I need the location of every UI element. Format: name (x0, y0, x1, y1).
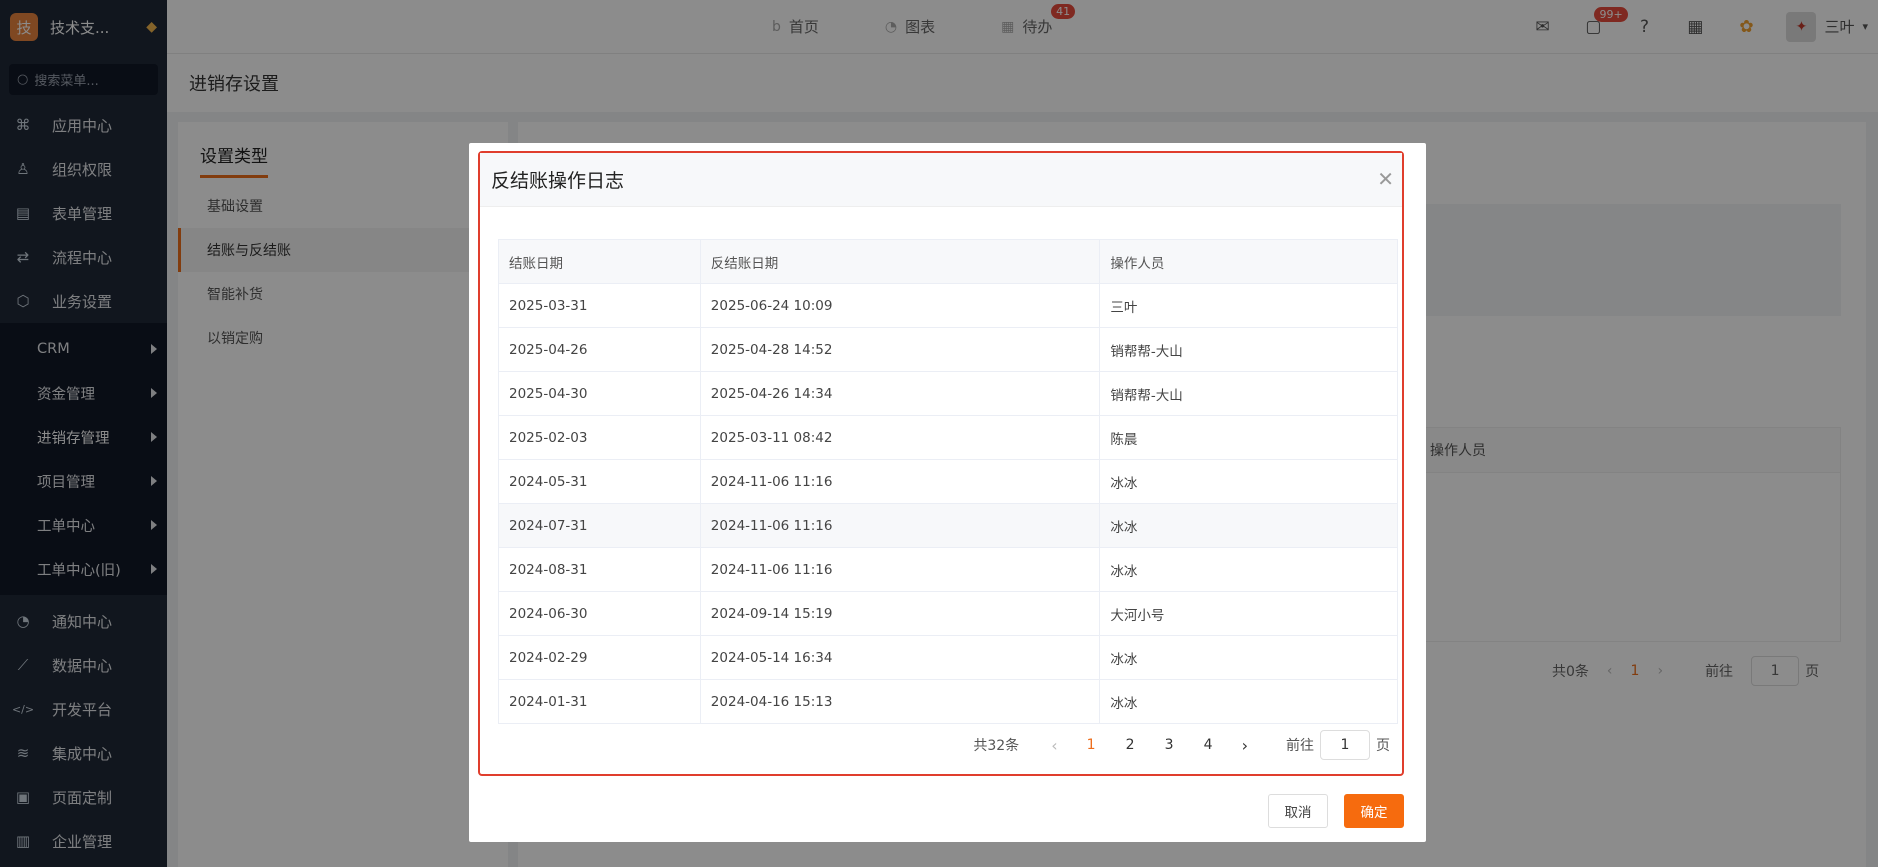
close-date-cell: 2025-04-26 (498, 327, 701, 372)
page-unit: 页 (1376, 738, 1390, 754)
page-1[interactable]: 1 (1072, 737, 1111, 753)
operator-cell: 冰冰 (1099, 459, 1398, 504)
table-row[interactable]: 2025-04-30 2025-04-26 14:34 销帮帮-大山 (498, 371, 1398, 416)
next-page-icon[interactable]: › (1242, 736, 1248, 755)
table-row[interactable]: 2025-02-03 2025-03-11 08:42 陈晨 (498, 415, 1398, 460)
table-row[interactable]: 2025-04-26 2025-04-28 14:52 销帮帮-大山 (498, 327, 1398, 372)
total-count: 共32条 (973, 738, 1020, 754)
operator-cell: 销帮帮-大山 (1099, 371, 1398, 416)
table-row[interactable]: 2024-06-30 2024-09-14 15:19 大河小号 (498, 591, 1398, 636)
goto-label: 前往 (1286, 738, 1314, 754)
reverse-date-cell: 2024-11-06 11:16 (699, 547, 1101, 592)
operator-cell: 陈晨 (1099, 415, 1398, 460)
reverse-date-cell: 2024-09-14 15:19 (699, 591, 1101, 636)
operator-cell: 冰冰 (1099, 635, 1398, 680)
prev-page-icon[interactable]: ‹ (1051, 736, 1057, 755)
close-date-cell: 2024-07-31 (498, 503, 701, 548)
close-date-cell: 2024-08-31 (498, 547, 701, 592)
close-date-cell: 2025-02-03 (498, 415, 701, 460)
dialog-pagination: 共32条 ‹ 1 2 3 4 › 前往 1 页 (973, 730, 1390, 760)
close-date-cell: 2024-06-30 (498, 591, 701, 636)
operator-cell: 大河小号 (1099, 591, 1398, 636)
close-date-cell: 2024-01-31 (498, 679, 701, 724)
reverse-date-cell: 2025-04-28 14:52 (699, 327, 1101, 372)
table-row[interactable]: 2024-01-31 2024-04-16 15:13 冰冰 (498, 679, 1398, 724)
dialog-content: 反结账操作日志 ✕ 结账日期 反结账日期 操作人员 2025-03-31 2025… (478, 151, 1404, 776)
table-row[interactable]: 2024-07-31 2024-11-06 11:16 冰冰 (498, 503, 1398, 548)
close-icon[interactable]: ✕ (1377, 167, 1394, 191)
close-date-cell: 2025-03-31 (498, 283, 701, 328)
table-row[interactable]: 2025-03-31 2025-06-24 10:09 三叶 (498, 283, 1398, 328)
operator-cell: 销帮帮-大山 (1099, 327, 1398, 372)
log-table: 结账日期 反结账日期 操作人员 2025-03-31 2025-06-24 10:… (498, 239, 1398, 724)
reverse-date-cell: 2025-06-24 10:09 (699, 283, 1101, 328)
column-header: 反结账日期 (699, 239, 1101, 284)
close-date-cell: 2024-05-31 (498, 459, 701, 504)
dialog-footer: 取消 确定 (1268, 794, 1404, 828)
column-header: 操作人员 (1099, 239, 1398, 284)
page-2[interactable]: 2 (1111, 737, 1150, 753)
table-row[interactable]: 2024-05-31 2024-11-06 11:16 冰冰 (498, 459, 1398, 504)
goto-page-input[interactable]: 1 (1320, 730, 1370, 760)
page-3[interactable]: 3 (1150, 737, 1189, 753)
cancel-button[interactable]: 取消 (1268, 794, 1328, 828)
reverse-date-cell: 2025-04-26 14:34 (699, 371, 1101, 416)
table-row[interactable]: 2024-02-29 2024-05-14 16:34 冰冰 (498, 635, 1398, 680)
column-header: 结账日期 (498, 239, 701, 284)
page-4[interactable]: 4 (1189, 737, 1228, 753)
operator-cell: 三叶 (1099, 283, 1398, 328)
table-row[interactable]: 2024-08-31 2024-11-06 11:16 冰冰 (498, 547, 1398, 592)
close-date-cell: 2025-04-30 (498, 371, 701, 416)
dialog-title: 反结账操作日志 (491, 170, 625, 192)
operator-cell: 冰冰 (1099, 503, 1398, 548)
operator-cell: 冰冰 (1099, 547, 1398, 592)
close-date-cell: 2024-02-29 (498, 635, 701, 680)
confirm-button[interactable]: 确定 (1344, 794, 1404, 828)
table-header-row: 结账日期 反结账日期 操作人员 (498, 239, 1398, 284)
reverse-date-cell: 2024-11-06 11:16 (699, 503, 1101, 548)
reverse-close-log-dialog: 反结账操作日志 ✕ 结账日期 反结账日期 操作人员 2025-03-31 2025… (469, 143, 1426, 842)
operator-cell: 冰冰 (1099, 679, 1398, 724)
dialog-header: 反结账操作日志 ✕ (480, 153, 1402, 207)
reverse-date-cell: 2024-04-16 15:13 (699, 679, 1101, 724)
reverse-date-cell: 2025-03-11 08:42 (699, 415, 1101, 460)
reverse-date-cell: 2024-11-06 11:16 (699, 459, 1101, 504)
reverse-date-cell: 2024-05-14 16:34 (699, 635, 1101, 680)
